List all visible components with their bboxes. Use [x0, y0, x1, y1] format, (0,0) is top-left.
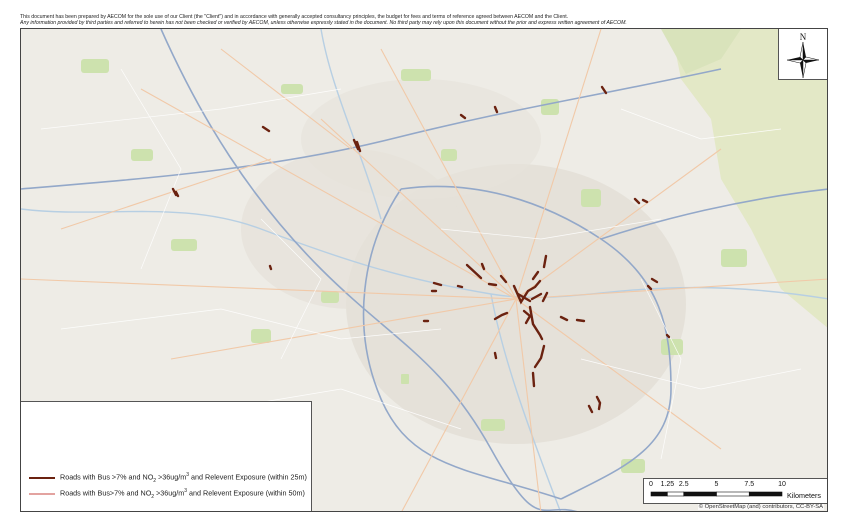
scale-tick-label: 10: [778, 481, 786, 488]
legend-swatch-25m: [29, 476, 55, 479]
scale-tick-label: 1.25: [660, 481, 675, 488]
attribution: © OpenStreetMap (and) contributors, CC-B…: [697, 504, 824, 510]
legend-label-25m: Roads with Bus >7% and NO2 >36ug/m3 and …: [60, 472, 307, 484]
disclaimer-line-2: Any information provided by third partie…: [20, 20, 627, 27]
scale-segment: [748, 491, 783, 497]
scale-tick-label: 7.5: [744, 481, 755, 488]
scale-segment: [667, 491, 685, 497]
scale-units: Kilometers: [787, 491, 821, 500]
legend-item-25m: Roads with Bus >7% and NO2 >36ug/m3 and …: [29, 472, 307, 484]
scale-segment: [650, 491, 668, 497]
scale-tick-label: 5: [714, 481, 719, 488]
legend-swatch-50m: [29, 492, 55, 495]
scale-tick-label: 2.5: [678, 481, 689, 488]
north-arrow-compass-icon: [786, 41, 820, 79]
legend-item-50m: Roads with Bus>7% and NO2 >36ug/m3 and R…: [29, 488, 305, 500]
scale-segment: [716, 491, 750, 497]
scale-tick-label: 0: [649, 481, 653, 488]
legend-label-50m: Roads with Bus>7% and NO2 >36ug/m3 and R…: [60, 488, 305, 500]
legend: Roads with Bus >7% and NO2 >36ug/m3 and …: [21, 401, 312, 511]
map-frame[interactable]: N Roads with Bus >7% and NO2 >36ug/m3 an…: [20, 28, 828, 512]
north-arrow-box: N: [778, 29, 827, 80]
scale-bar: 0 1.25 2.5 5 7.5 10 Kilometers: [643, 478, 827, 504]
urban-area-north: [301, 79, 541, 199]
scale-segment: [683, 491, 717, 497]
disclaimer: This document has been prepared by AECOM…: [20, 14, 820, 26]
